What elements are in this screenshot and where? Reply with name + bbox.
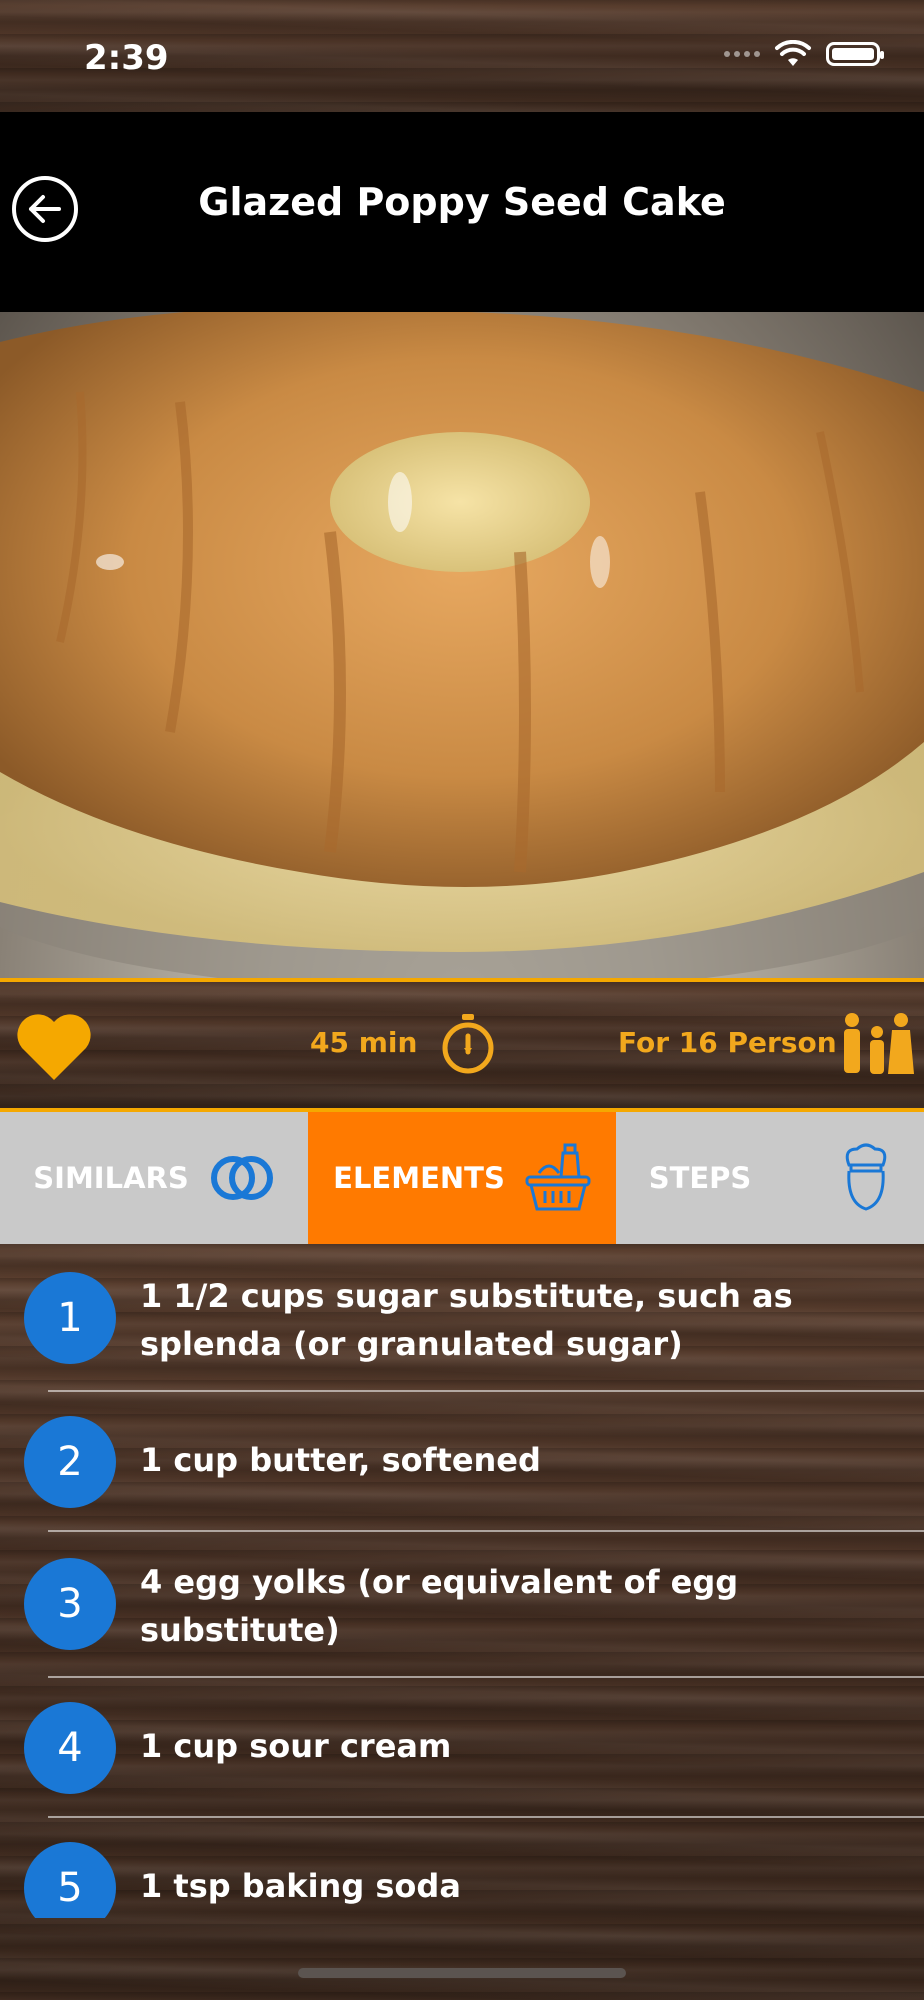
divider [48, 1530, 924, 1532]
list-item: 5 1 tsp baking soda [0, 1842, 924, 1918]
item-text: 1 cup butter, softened [140, 1441, 541, 1479]
tab-elements[interactable]: ELEMENTS [308, 1112, 616, 1244]
status-icons [724, 40, 884, 68]
item-number: 3 [24, 1558, 116, 1650]
status-bar: 2:39 [0, 0, 924, 112]
divider [48, 1390, 924, 1392]
item-text: 4 egg yolks (or equivalent of egg substi… [140, 1563, 739, 1649]
basket-icon [525, 1143, 591, 1211]
divider [48, 1676, 924, 1678]
divider [48, 1816, 924, 1818]
item-text: 1 1/2 cups sugar substitute, such as spl… [140, 1277, 793, 1363]
chef-icon [846, 1143, 887, 1211]
cook-time: 45 min [310, 1026, 418, 1059]
item-text: 1 tsp baking soda [140, 1867, 461, 1905]
status-time: 2:39 [84, 38, 169, 78]
favorite-heart-icon[interactable] [14, 1010, 94, 1082]
item-number: 4 [24, 1702, 116, 1794]
tab-steps[interactable]: STEPS [616, 1112, 924, 1244]
tab-similars[interactable]: SIMILARS [0, 1112, 308, 1244]
item-text: 1 cup sour cream [140, 1727, 452, 1765]
tab-bar: SIMILARS ELEMENTS STEPS [0, 1112, 924, 1244]
item-number: 1 [24, 1272, 116, 1364]
servings: For 16 Person [618, 1026, 837, 1059]
cellular-icon [724, 51, 760, 57]
stopwatch-icon [442, 1014, 494, 1074]
back-arrow-icon [29, 195, 61, 223]
battery-icon [826, 42, 884, 66]
page-title: Glazed Poppy Seed Cake [198, 180, 726, 224]
back-button[interactable] [12, 176, 78, 242]
tab-similars-label: SIMILARS [33, 1161, 189, 1195]
tab-steps-label: STEPS [648, 1161, 752, 1195]
tab-elements-label: ELEMENTS [333, 1161, 505, 1195]
wifi-icon [775, 40, 811, 66]
item-number: 5 [24, 1842, 116, 1918]
item-number: 2 [24, 1416, 116, 1508]
recipe-image [0, 312, 924, 978]
rings-icon [210, 1156, 273, 1200]
family-icon [844, 1013, 914, 1074]
home-indicator[interactable] [298, 1968, 626, 1978]
